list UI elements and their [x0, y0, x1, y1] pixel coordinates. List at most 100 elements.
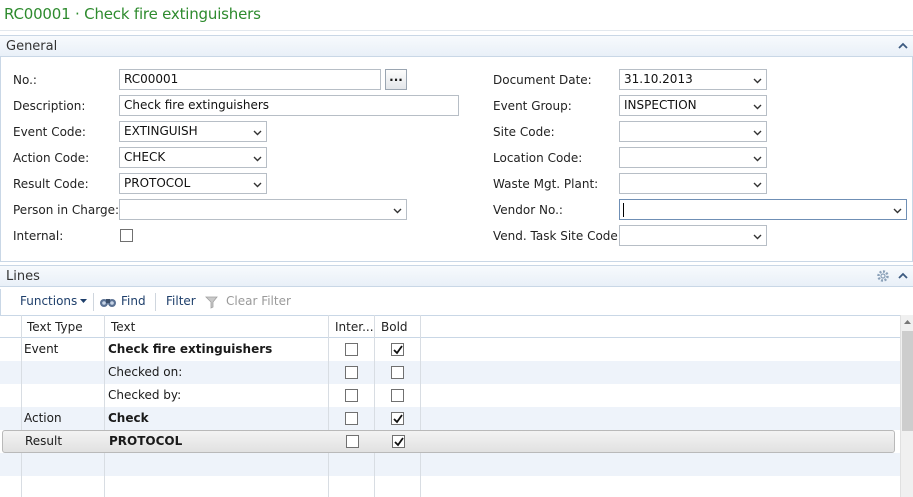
location-code-label: Location Code: [493, 151, 583, 165]
site-code-label: Site Code: [493, 125, 555, 139]
internal-checkbox[interactable] [120, 229, 133, 242]
lines-grid: Text Type Text Inter... Bold Event Check… [0, 315, 913, 497]
functions-menu[interactable]: Functions [20, 294, 77, 308]
vertical-scrollbar[interactable] [900, 315, 913, 497]
table-row[interactable]: Checked by: [0, 384, 900, 407]
location-code-dropdown[interactable] [619, 147, 767, 168]
table-row[interactable]: Action Check [0, 407, 900, 430]
chevron-down-icon [753, 78, 762, 84]
table-row[interactable] [0, 453, 900, 476]
waste-mgt-plant-label: Waste Mgt. Plant: [493, 177, 599, 191]
find-button[interactable]: Find [121, 294, 146, 308]
document-date-field[interactable]: 31.10.2013 [619, 69, 767, 90]
checkmark-icon [394, 437, 404, 447]
vendor-no-dropdown[interactable] [619, 199, 907, 220]
table-row-selected[interactable]: Result PROTOCOL [2, 430, 895, 453]
table-row[interactable]: Checked on: [0, 361, 900, 384]
no-assist-button[interactable]: ... [385, 69, 407, 90]
scrollbar-thumb[interactable] [902, 331, 913, 431]
cell-text: Checked by: [108, 388, 182, 402]
filter-button[interactable]: Filter [166, 294, 196, 308]
cell-text-type: Event [24, 342, 59, 356]
bold-checkbox[interactable] [391, 389, 404, 402]
checkmark-icon [393, 414, 403, 424]
table-row[interactable]: Event Check fire extinguishers [0, 338, 900, 361]
clear-filter-button[interactable]: Clear Filter [226, 294, 291, 308]
internal-checkbox[interactable] [346, 435, 359, 448]
event-group-label: Event Group: [493, 99, 572, 113]
scroll-up-icon[interactable] [903, 318, 912, 327]
chevron-down-icon [393, 208, 402, 214]
gear-icon[interactable] [875, 268, 891, 284]
cell-text: PROTOCOL [109, 434, 183, 448]
cell-text: Checked on: [108, 365, 183, 379]
toolbar-separator [93, 293, 94, 311]
col-header-internal[interactable]: Inter... [335, 320, 374, 334]
vend-task-site-code-dropdown[interactable] [619, 225, 767, 246]
cell-text-type: Result [25, 434, 63, 448]
description-field[interactable]: Check fire extinguishers [119, 95, 459, 116]
collapse-up-icon[interactable] [898, 271, 908, 281]
event-code-label: Event Code: [13, 125, 86, 139]
document-date-value: 31.10.2013 [624, 72, 693, 86]
chevron-down-icon [753, 104, 762, 110]
dropdown-triangle-icon [80, 299, 87, 303]
bold-checkbox[interactable] [391, 343, 404, 356]
no-field[interactable]: RC00001 [119, 69, 381, 90]
chevron-down-icon [253, 156, 262, 162]
result-code-dropdown[interactable]: PROTOCOL [119, 173, 267, 194]
col-header-text[interactable]: Text [111, 320, 135, 334]
collapse-up-icon[interactable] [898, 41, 908, 51]
chevron-down-icon [893, 208, 902, 214]
document-date-label: Document Date: [493, 73, 592, 87]
grid-header: Text Type Text Inter... Bold [0, 315, 900, 338]
cell-text: Check [108, 411, 149, 425]
title-divider [0, 30, 913, 31]
bold-checkbox[interactable] [391, 366, 404, 379]
col-header-text-type[interactable]: Text Type [27, 320, 83, 334]
lines-section-header[interactable]: Lines [0, 265, 913, 287]
event-code-value: EXTINGUISH [124, 124, 198, 138]
result-code-label: Result Code: [13, 177, 89, 191]
vendor-no-label: Vendor No.: [493, 203, 563, 217]
chevron-down-icon [753, 234, 762, 240]
general-header-label: General [6, 39, 58, 54]
chevron-down-icon [253, 182, 262, 188]
cell-text-type: Action [24, 411, 62, 425]
description-label: Description: [13, 99, 86, 113]
chevron-down-icon [753, 156, 762, 162]
vend-task-site-code-label: Vend. Task Site Code: [493, 229, 622, 243]
bold-checkbox[interactable] [392, 435, 405, 448]
person-in-charge-dropdown[interactable] [119, 199, 407, 220]
cell-text: Check fire extinguishers [108, 342, 273, 356]
no-value: RC00001 [124, 72, 179, 86]
bold-checkbox[interactable] [391, 412, 404, 425]
description-value: Check fire extinguishers [124, 98, 270, 112]
vendor-no-value [623, 203, 624, 217]
action-code-label: Action Code: [13, 151, 90, 165]
site-code-dropdown[interactable] [619, 121, 767, 142]
col-header-bold[interactable]: Bold [381, 320, 408, 334]
lines-toolbar: Functions Find Filter Clear Filter [0, 289, 913, 315]
internal-label: Internal: [13, 229, 64, 243]
action-code-value: CHECK [124, 150, 166, 164]
no-label: No.: [13, 73, 37, 87]
toolbar-separator [155, 293, 156, 311]
event-group-value: INSPECTION [624, 98, 697, 112]
clear-filter-icon [205, 296, 218, 309]
general-section-header[interactable]: General [0, 35, 913, 57]
waste-mgt-plant-dropdown[interactable] [619, 173, 767, 194]
action-code-dropdown[interactable]: CHECK [119, 147, 267, 168]
chevron-down-icon [753, 182, 762, 188]
internal-checkbox[interactable] [345, 366, 358, 379]
checkmark-icon [393, 345, 403, 355]
event-code-dropdown[interactable]: EXTINGUISH [119, 121, 267, 142]
result-code-value: PROTOCOL [124, 176, 191, 190]
chevron-down-icon [753, 130, 762, 136]
page-title: RC00001 · Check fire extinguishers [4, 5, 261, 23]
internal-checkbox[interactable] [345, 389, 358, 402]
internal-checkbox[interactable] [345, 343, 358, 356]
internal-checkbox[interactable] [345, 412, 358, 425]
person-in-charge-label: Person in Charge: [13, 203, 119, 217]
event-group-dropdown[interactable]: INSPECTION [619, 95, 767, 116]
